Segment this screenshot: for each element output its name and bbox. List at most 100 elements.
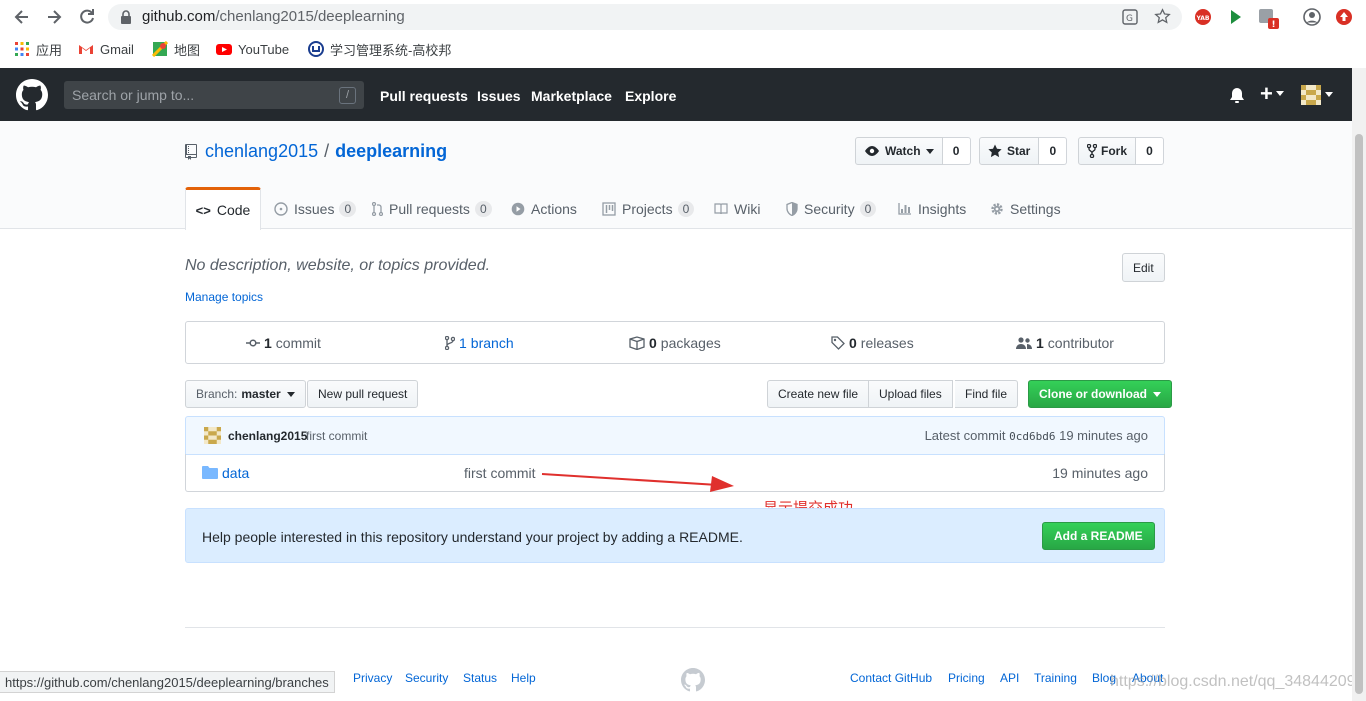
nav-issues[interactable]: Issues (477, 88, 521, 104)
create-new-menu[interactable]: + (1260, 81, 1284, 106)
footer-link-training[interactable]: Training (1034, 671, 1077, 685)
fork-button[interactable]: Fork (1078, 137, 1137, 165)
apps-grid-icon (14, 41, 30, 57)
file-name-link[interactable]: data (222, 465, 249, 481)
scrollbar[interactable] (1352, 68, 1366, 701)
commit-meta: Latest commit 0cd6bd6 19 minutes ago (925, 428, 1148, 443)
commit-message[interactable]: first commit (306, 429, 367, 443)
nav-explore[interactable]: Explore (625, 88, 676, 104)
bookmark-maps[interactable]: 地图 (152, 40, 200, 58)
profile-icon[interactable] (1303, 8, 1321, 26)
releases-label: releases (860, 335, 914, 351)
star-count[interactable]: 0 (1039, 137, 1068, 165)
clone-or-download-button[interactable]: Clone or download (1028, 380, 1172, 408)
scrollbar-thumb[interactable] (1355, 134, 1363, 694)
footer-link-security[interactable]: Security (405, 671, 448, 685)
branch-icon (445, 336, 455, 350)
github-logo-icon[interactable] (16, 79, 48, 111)
back-arrow-icon[interactable] (12, 7, 32, 27)
extension-yab-icon[interactable]: YAB (1194, 8, 1212, 26)
upload-files-button[interactable]: Upload files (869, 380, 953, 408)
fork-count[interactable]: 0 (1136, 137, 1165, 165)
project-icon (602, 201, 616, 216)
tab-wiki[interactable]: Wiki (714, 188, 760, 229)
extension-green-icon[interactable] (1228, 8, 1244, 26)
contributors-link[interactable]: 1 contributor (1016, 335, 1114, 351)
caret-down-icon (1275, 91, 1284, 96)
nav-pull-requests[interactable]: Pull requests (380, 88, 468, 104)
bookmark-youtube[interactable]: YouTube (216, 40, 289, 58)
gear-icon (991, 202, 1003, 215)
footer-link-api[interactable]: API (1000, 671, 1019, 685)
readme-prompt: Help people interested in this repositor… (185, 508, 1165, 563)
tab-projects[interactable]: Projects 0 (602, 188, 695, 229)
commits-link[interactable]: 1 commit (246, 335, 321, 351)
bookmark-apps[interactable]: 应用 (14, 40, 62, 58)
user-avatar-menu[interactable] (1301, 85, 1333, 105)
footer-link-status[interactable]: Status (463, 671, 497, 685)
file-commit-message[interactable]: first commit (464, 465, 536, 481)
branches-link[interactable]: 1 branch (445, 335, 514, 351)
repo-path-separator: / (324, 141, 330, 161)
repo-icon (185, 143, 197, 160)
commit-author[interactable]: chenlang2015 (228, 429, 307, 443)
add-readme-button[interactable]: Add a README (1042, 522, 1155, 550)
repo-name-link[interactable]: deeplearning (335, 141, 447, 162)
releases-link[interactable]: 0 releases (831, 335, 914, 351)
footer-link-privacy[interactable]: Privacy (353, 671, 392, 685)
bookmark-gmail[interactable]: Gmail (78, 40, 134, 58)
github-footer-logo-icon[interactable] (681, 668, 705, 692)
notification-bell-icon[interactable] (1229, 87, 1245, 104)
tab-settings[interactable]: Settings (990, 188, 1061, 229)
footer-divider (185, 627, 1165, 628)
status-url-bar: https://github.com/chenlang2015/deeplear… (0, 671, 335, 693)
tab-label: Code (216, 202, 251, 218)
edit-description-button[interactable]: Edit (1122, 253, 1165, 282)
bookmark-star-icon[interactable] (1154, 8, 1171, 25)
code-icon: <> (195, 202, 211, 218)
search-input[interactable] (64, 81, 364, 109)
packages-link[interactable]: 0 packages (629, 335, 721, 351)
star-button[interactable]: Star (979, 137, 1040, 165)
author-avatar[interactable] (204, 427, 221, 444)
commits-label: commit (275, 335, 321, 351)
find-file-button[interactable]: Find file (955, 380, 1019, 408)
tab-label: Pull requests (389, 200, 470, 217)
translate-icon[interactable]: G (1122, 9, 1138, 25)
create-new-file-button[interactable]: Create new file (767, 380, 870, 408)
extension-alert-icon[interactable]: ! (1258, 8, 1280, 30)
star-icon (988, 144, 1002, 158)
tab-pull-requests[interactable]: Pull requests 0 (372, 188, 492, 229)
github-header: / Pull requests Issues Marketplace Explo… (0, 68, 1352, 121)
tab-issues[interactable]: Issues 0 (274, 188, 357, 229)
file-age: 19 minutes ago (1052, 465, 1148, 481)
new-pull-request-button[interactable]: New pull request (307, 380, 419, 408)
issue-icon (274, 201, 288, 216)
reload-icon[interactable] (77, 7, 97, 27)
caret-down-icon (1153, 391, 1161, 397)
search-box[interactable]: / (64, 81, 364, 109)
footer-link-pricing[interactable]: Pricing (948, 671, 985, 685)
footer-link-help[interactable]: Help (511, 671, 536, 685)
tab-insights[interactable]: Insights (898, 188, 966, 229)
watch-button[interactable]: Watch (855, 137, 943, 165)
repo-header: chenlang2015 / deeplearning Watch 0 Star… (0, 121, 1352, 230)
branch-select-button[interactable]: Branch: master (185, 380, 306, 408)
bookmark-gaoxiaobang[interactable]: 学习管理系统-高校邦 (308, 40, 451, 58)
commit-sha-link[interactable]: 0cd6bd6 (1009, 430, 1055, 443)
footer-link-contact[interactable]: Contact GitHub (850, 671, 932, 685)
watch-count[interactable]: 0 (942, 137, 971, 165)
address-bar[interactable]: github.com/chenlang2015/deeplearning G (108, 4, 1182, 30)
avatar (1301, 85, 1321, 105)
people-icon (1016, 337, 1032, 349)
tab-actions[interactable]: Actions (511, 188, 577, 229)
plus-icon: + (1260, 81, 1273, 106)
update-icon[interactable] (1335, 8, 1353, 26)
manage-topics-link[interactable]: Manage topics (185, 290, 263, 304)
tab-code[interactable]: <> Code (185, 187, 261, 230)
tab-security[interactable]: Security 0 (786, 188, 877, 229)
forward-arrow-icon[interactable] (44, 7, 64, 27)
nav-marketplace[interactable]: Marketplace (531, 88, 612, 104)
repo-owner-link[interactable]: chenlang2015 (205, 141, 318, 162)
watch-label: Watch (885, 144, 921, 158)
